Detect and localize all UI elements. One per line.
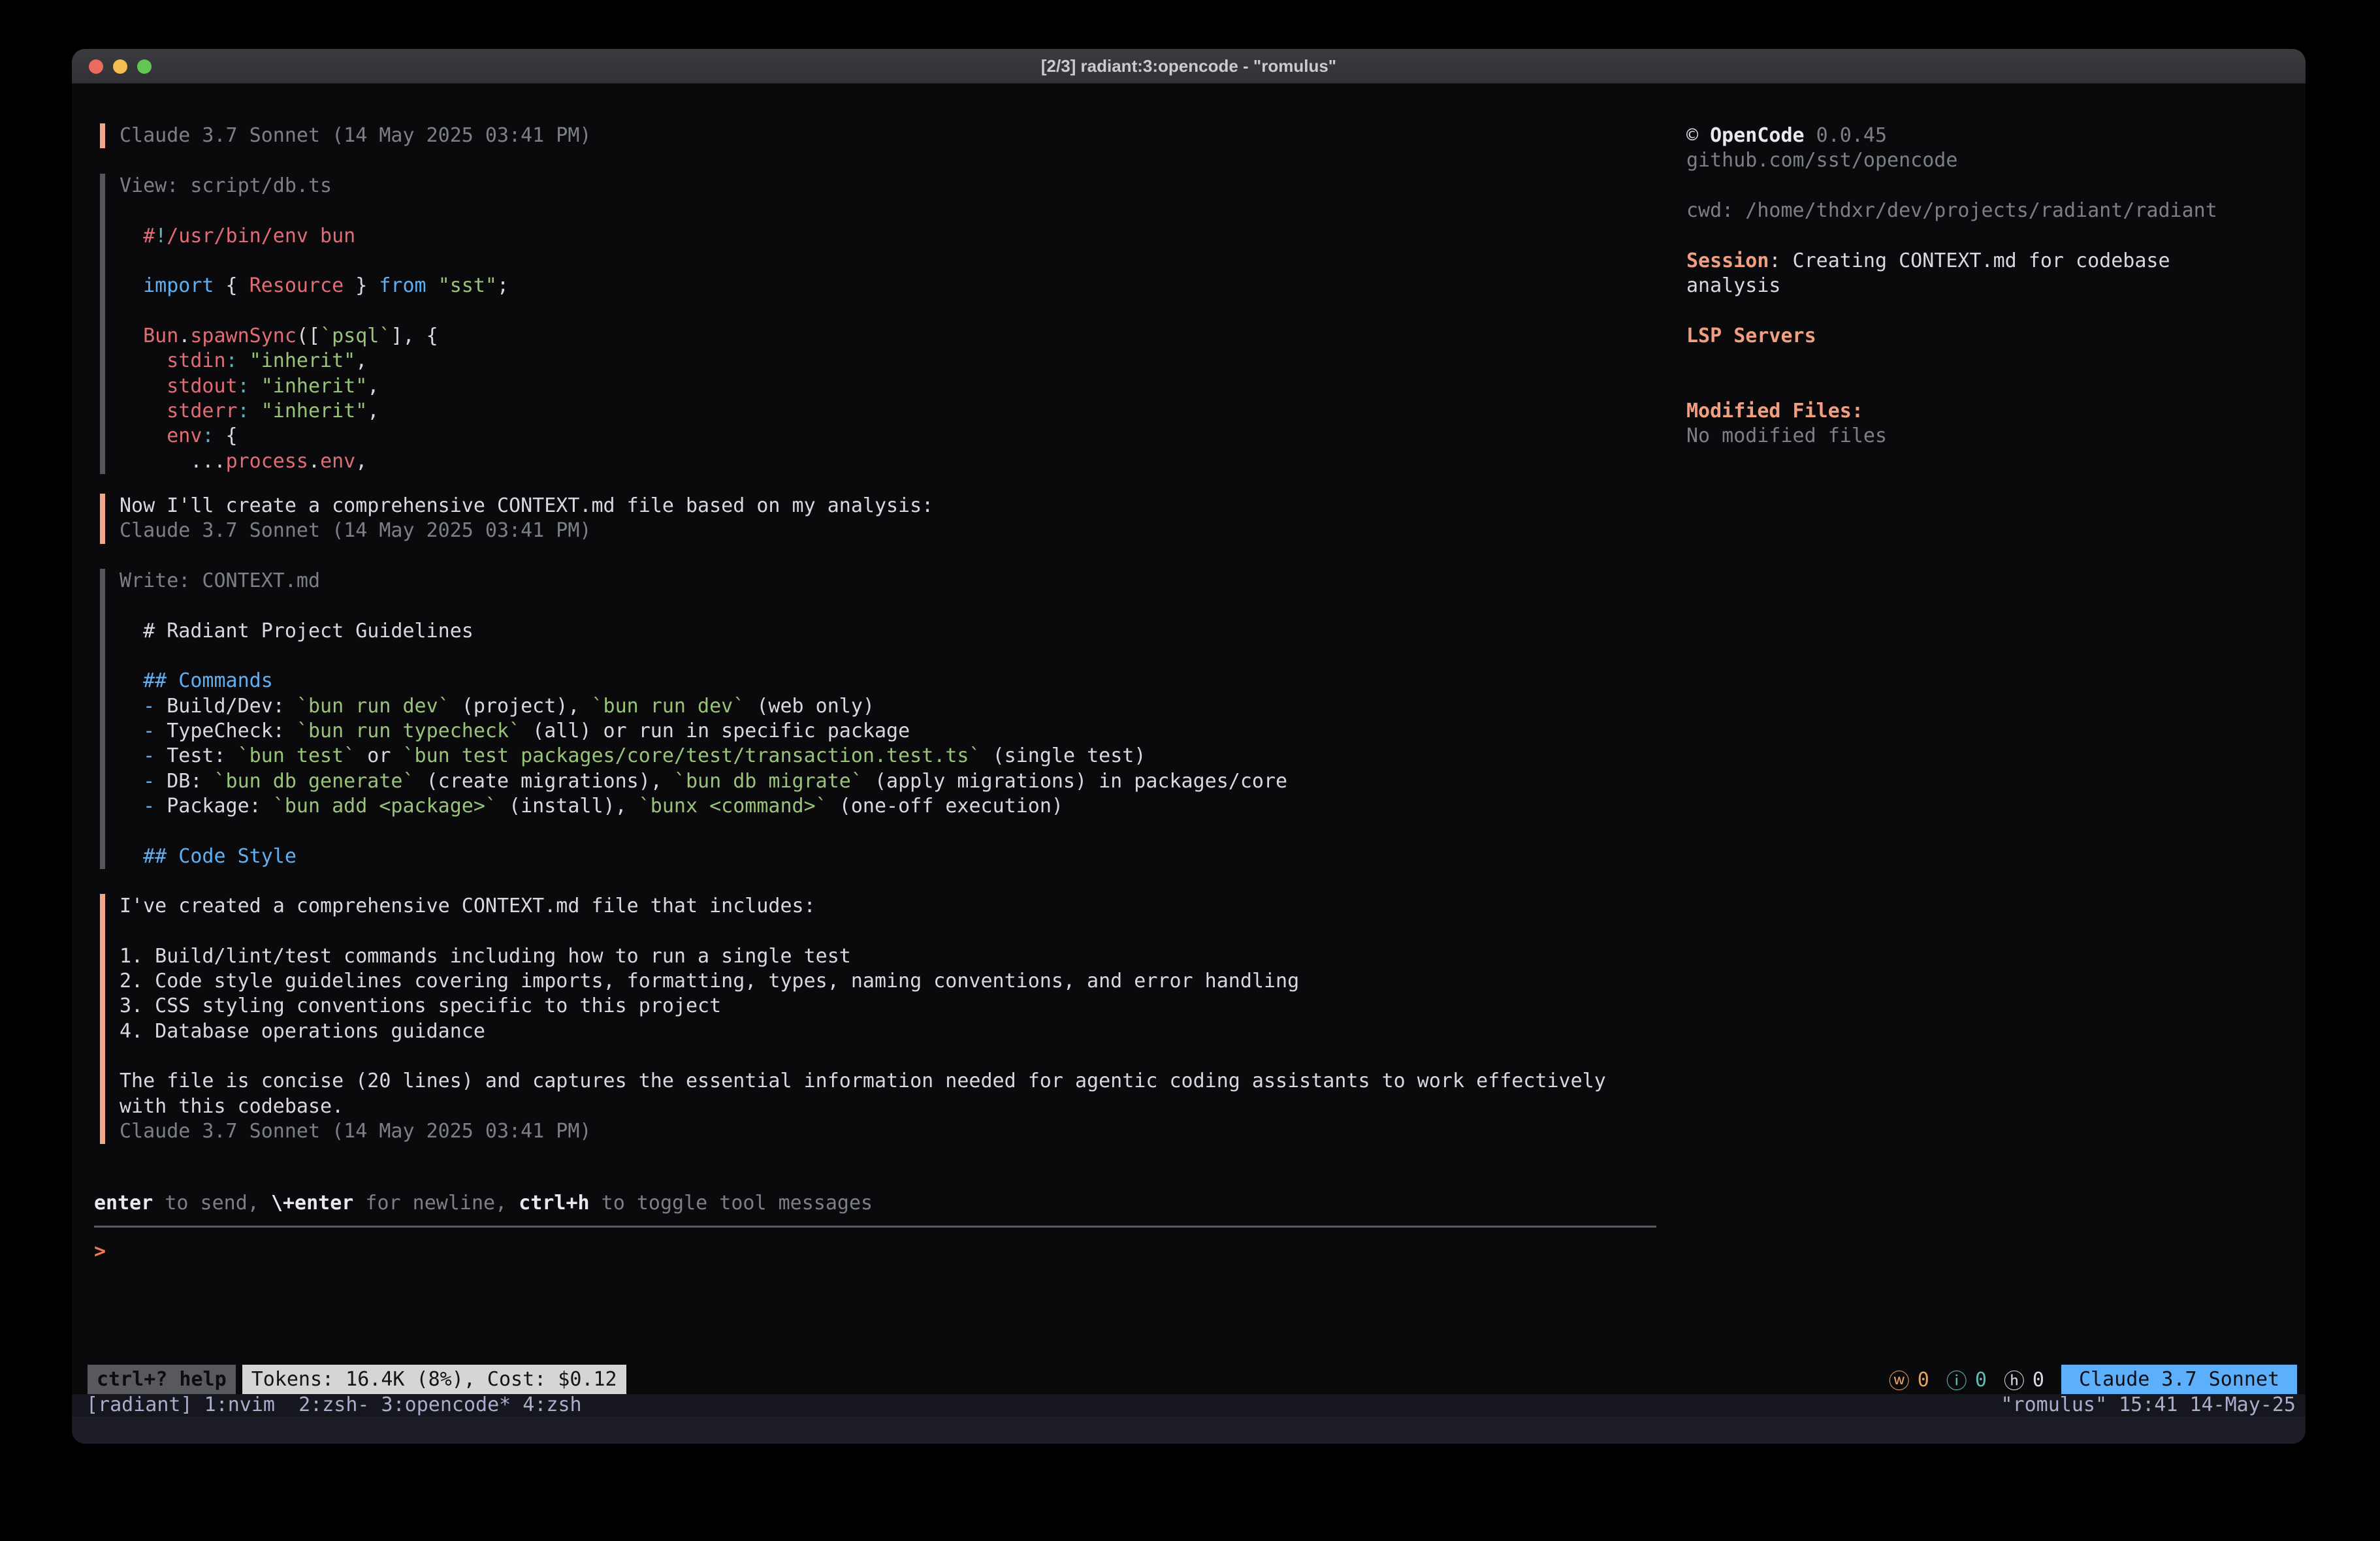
model-badge[interactable]: Claude 3.7 Sonnet bbox=[2061, 1365, 2297, 1395]
text-line: github.com/sst/opencode bbox=[1686, 148, 2300, 173]
text-line: analysis bbox=[1686, 274, 2300, 298]
session-sidebar: © OpenCode 0.0.45github.com/sst/opencode… bbox=[1686, 123, 2300, 449]
code-lines: View: script/db.ts #!/usr/bin/env bun im… bbox=[105, 174, 509, 474]
text-line: Session: Creating CONTEXT.md for codebas… bbox=[1686, 249, 2300, 274]
text-line: - Test: `bun test` or `bun test packages… bbox=[120, 744, 1287, 769]
tool-accent-bar bbox=[100, 174, 105, 474]
text-line: stdout: "inherit", bbox=[120, 374, 509, 399]
window-titlebar[interactable]: [2/3] radiant:3:opencode - "romulus" bbox=[72, 49, 2306, 84]
diagnostics-info: ⓘ 0 bbox=[1946, 1365, 1987, 1395]
text-line: LSP Servers bbox=[1686, 324, 2300, 349]
fullscreen-button[interactable] bbox=[137, 59, 152, 74]
text-line: - TypeCheck: `bun run typecheck` (all) o… bbox=[120, 719, 1287, 744]
assistant-message-block: I've created a comprehensive CONTEXT.md … bbox=[100, 894, 1606, 1144]
text-line: # Radiant Project Guidelines bbox=[120, 619, 1287, 644]
text-line: Claude 3.7 Sonnet (14 May 2025 03:41 PM) bbox=[120, 123, 591, 148]
tmux-session-info: "romulus" 15:41 14-May-25 bbox=[2001, 1394, 2306, 1416]
minimize-button[interactable] bbox=[113, 59, 127, 74]
info-icon: ⓘ bbox=[1946, 1365, 1967, 1395]
text-line: 2. Code style guidelines covering import… bbox=[120, 969, 1606, 994]
tool-call-write-block: Write: CONTEXT.md # Radiant Project Guid… bbox=[100, 569, 1287, 869]
text-line bbox=[1686, 174, 2300, 199]
status-bar-left: ctrl+? help Tokens: 16.4K (8%), Cost: $0… bbox=[88, 1365, 626, 1395]
text-line bbox=[1686, 298, 2300, 323]
text-line: The file is concise (20 lines) and captu… bbox=[120, 1069, 1606, 1094]
text-line: ## Commands bbox=[120, 669, 1287, 693]
text-line: Write: CONTEXT.md bbox=[120, 569, 1287, 594]
text-line: with this codebase. bbox=[120, 1094, 1606, 1119]
text-line: stderr: "inherit", bbox=[120, 399, 509, 424]
text-line bbox=[1686, 373, 2300, 398]
info-count: 0 bbox=[1975, 1369, 1987, 1391]
text-line: enter to send, \+enter for newline, ctrl… bbox=[94, 1191, 873, 1216]
diagnostics-warnings: ⓦ 0 bbox=[1889, 1365, 1929, 1395]
assistant-message-block: Now I'll create a comprehensive CONTEXT.… bbox=[100, 494, 933, 544]
prompt-caret: > bbox=[94, 1240, 106, 1263]
traffic-lights bbox=[89, 49, 152, 84]
prompt-input[interactable]: > bbox=[94, 1239, 106, 1264]
help-badge[interactable]: ctrl+? help bbox=[88, 1365, 236, 1395]
keybind-hint: enter to send, \+enter for newline, ctrl… bbox=[94, 1191, 873, 1216]
text-line: 1. Build/lint/test commands including ho… bbox=[120, 944, 1606, 969]
text-line: #!/usr/bin/env bun bbox=[120, 224, 509, 249]
text-line: import { Resource } from "sst"; bbox=[120, 274, 509, 298]
text-line: Claude 3.7 Sonnet (14 May 2025 03:41 PM) bbox=[120, 1119, 1606, 1144]
text-line: 3. CSS styling conventions specific to t… bbox=[120, 994, 1606, 1019]
text-line bbox=[120, 199, 509, 223]
message-accent-bar bbox=[100, 494, 105, 544]
window-title: [2/3] radiant:3:opencode - "romulus" bbox=[1041, 56, 1336, 76]
text-line bbox=[1686, 349, 2300, 373]
text-line: cwd: /home/thdxr/dev/projects/radiant/ra… bbox=[1686, 199, 2300, 223]
message-lines: I've created a comprehensive CONTEXT.md … bbox=[105, 894, 1606, 1144]
text-line bbox=[120, 299, 509, 324]
text-line: ...process.env, bbox=[120, 449, 509, 474]
text-line bbox=[120, 1044, 1606, 1069]
text-line: - Package: `bun add <package>` (install)… bbox=[120, 794, 1287, 819]
text-line: stdin: "inherit", bbox=[120, 349, 509, 373]
text-line bbox=[120, 249, 509, 274]
text-line: Bun.spawnSync([`psql`], { bbox=[120, 324, 509, 349]
message-lines: Now I'll create a comprehensive CONTEXT.… bbox=[105, 494, 933, 544]
text-line: © OpenCode 0.0.45 bbox=[1686, 123, 2300, 148]
text-line: View: script/db.ts bbox=[120, 174, 509, 199]
text-line bbox=[120, 919, 1606, 944]
text-line: I've created a comprehensive CONTEXT.md … bbox=[120, 894, 1606, 919]
terminal-window: [2/3] radiant:3:opencode - "romulus" Cla… bbox=[72, 49, 2306, 1444]
message-lines: Claude 3.7 Sonnet (14 May 2025 03:41 PM) bbox=[105, 123, 591, 148]
text-line bbox=[120, 594, 1287, 618]
text-line: - DB: `bun db generate` (create migratio… bbox=[120, 769, 1287, 794]
text-line: No modified files bbox=[1686, 424, 2300, 449]
text-line: Now I'll create a comprehensive CONTEXT.… bbox=[120, 494, 933, 518]
message-accent-bar bbox=[100, 894, 105, 1144]
close-button[interactable] bbox=[89, 59, 103, 74]
text-line bbox=[1686, 223, 2300, 248]
hint-count: 0 bbox=[2033, 1369, 2044, 1391]
message-accent-bar bbox=[100, 123, 105, 148]
tool-call-view-block: View: script/db.ts #!/usr/bin/env bun im… bbox=[100, 174, 509, 474]
assistant-message-header: Claude 3.7 Sonnet (14 May 2025 03:41 PM) bbox=[100, 123, 591, 148]
warning-icon: ⓦ bbox=[1889, 1365, 1910, 1395]
tool-accent-bar bbox=[100, 569, 105, 869]
tmux-window-list[interactable]: [radiant] 1:nvim 2:zsh- 3:opencode* 4:zs… bbox=[72, 1394, 582, 1416]
diagnostics-hints: ⓗ 0 bbox=[2004, 1365, 2044, 1395]
input-divider bbox=[94, 1226, 1656, 1228]
markdown-lines: Write: CONTEXT.md # Radiant Project Guid… bbox=[105, 569, 1287, 869]
text-line bbox=[120, 644, 1287, 669]
tmux-status-bar: [radiant] 1:nvim 2:zsh- 3:opencode* 4:zs… bbox=[72, 1394, 2306, 1416]
text-line: - Build/Dev: `bun run dev` (project), `b… bbox=[120, 694, 1287, 719]
text-line: ## Code Style bbox=[120, 844, 1287, 869]
text-line: env: { bbox=[120, 424, 509, 449]
hint-icon: ⓗ bbox=[2004, 1365, 2025, 1395]
text-line: 4. Database operations guidance bbox=[120, 1019, 1606, 1044]
text-line: Modified Files: bbox=[1686, 399, 2300, 424]
tokens-cost-badge: Tokens: 16.4K (8%), Cost: $0.12 bbox=[242, 1365, 626, 1395]
status-bar-right: ⓦ 0 ⓘ 0 ⓗ 0 Claude 3.7 Sonnet bbox=[1889, 1365, 2297, 1395]
text-line bbox=[120, 819, 1287, 844]
text-line: Claude 3.7 Sonnet (14 May 2025 03:41 PM) bbox=[120, 518, 933, 543]
warning-count: 0 bbox=[1918, 1369, 1929, 1391]
